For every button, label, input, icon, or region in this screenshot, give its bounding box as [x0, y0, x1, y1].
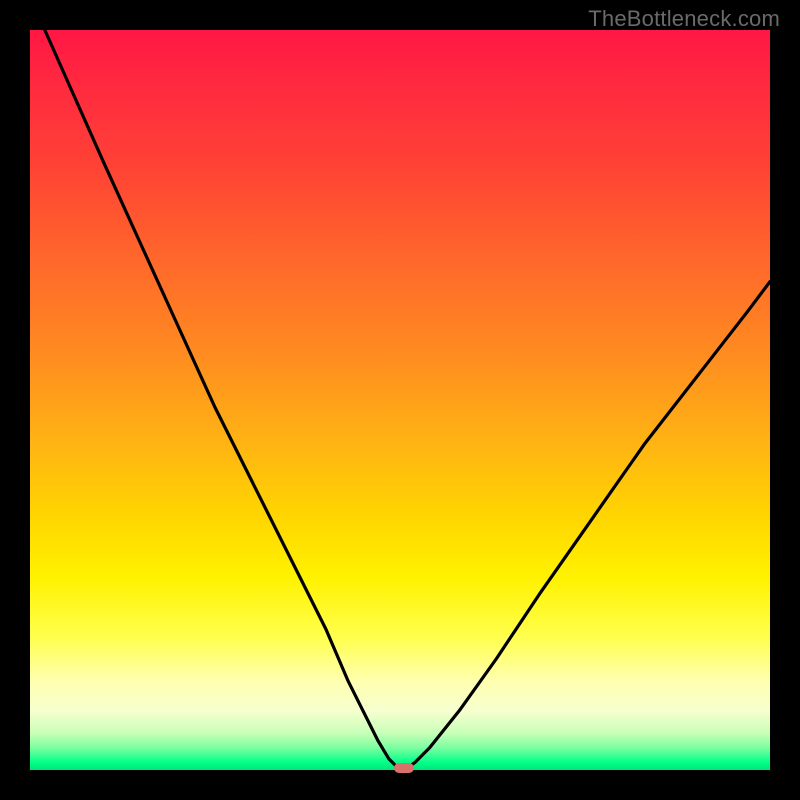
- bottleneck-curve: [45, 30, 770, 768]
- watermark-text: TheBottleneck.com: [588, 6, 780, 32]
- chart-container: TheBottleneck.com: [0, 0, 800, 800]
- curve-svg: [30, 30, 770, 770]
- plot-area: [30, 30, 770, 770]
- minimum-marker: [394, 763, 414, 773]
